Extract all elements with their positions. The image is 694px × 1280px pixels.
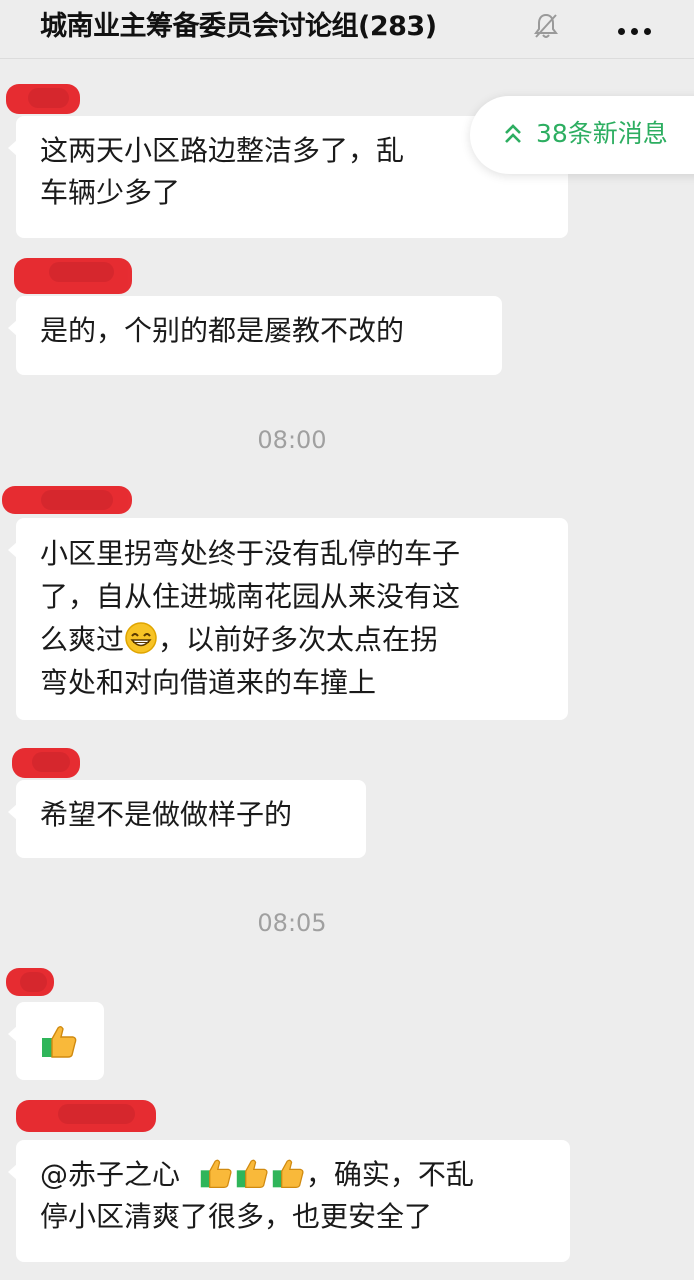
chat-title[interactable]: 城南业主筹备委员会讨论组(283) (40, 10, 437, 44)
message-text-line: @赤子之心 ，确实，不乱 (40, 1154, 546, 1196)
sender-redacted (16, 1100, 156, 1132)
message-bubble[interactable]: @赤子之心 ，确实，不乱 停小区清爽了很多，也更安全了 (8, 1140, 570, 1262)
sender-redacted (6, 84, 80, 114)
grinning-face-icon (125, 622, 157, 654)
thumbs-up-icon (272, 1159, 304, 1188)
new-messages-label: 38条新消息 (536, 119, 668, 148)
mention[interactable]: @赤子之心 (40, 1158, 180, 1191)
message-text: 希望不是做做样子的 (40, 798, 293, 831)
bell-muted-icon[interactable] (533, 12, 559, 40)
sender-redacted (6, 968, 54, 996)
message-text: ，确实，不乱 (305, 1158, 474, 1191)
message-bubble[interactable] (8, 1002, 104, 1080)
sender-redacted (2, 486, 132, 514)
message-bubble[interactable]: 小区里拐弯处终于没有乱停的车子 了，自从住进城南花园从来没有这 么爽过 ，以前好多… (8, 518, 568, 720)
sender-redacted (12, 748, 80, 778)
message-text-line: 么爽过 ，以前好多次太点在拐 (40, 618, 544, 661)
message-text: 小区里拐弯处终于没有乱停的车子 (40, 537, 461, 570)
timestamp: 08:00 (257, 426, 327, 454)
message-bubble[interactable]: 希望不是做做样子的 (8, 780, 366, 858)
chat-header: 城南业主筹备委员会讨论组(283) (0, 0, 694, 59)
thumbs-up-icon (236, 1159, 268, 1188)
message-text: 么爽过 (40, 623, 125, 656)
double-chevron-up-icon (505, 124, 521, 143)
message-text: 是的，个别的都是屡教不改的 (40, 314, 405, 347)
timestamp: 08:05 (257, 909, 327, 937)
message-text: 这两天小区路边整洁多了，乱 (40, 134, 405, 167)
thumbs-up-icon (200, 1159, 232, 1188)
more-dots-icon[interactable] (618, 20, 658, 35)
thumbs-up-icon (42, 1026, 77, 1058)
new-messages-button[interactable]: 38条新消息 (470, 96, 694, 174)
message-text: 了，自从住进城南花园从来没有这 (40, 580, 461, 613)
message-bubble[interactable]: 是的，个别的都是屡教不改的 (8, 296, 502, 375)
message-text: 弯处和对向借道来的车撞上 (40, 666, 377, 699)
message-text: 车辆少多了 (40, 176, 181, 209)
message-text: ，以前好多次太点在拐 (158, 623, 439, 656)
message-text: 停小区清爽了很多，也更安全了 (40, 1200, 433, 1233)
sender-redacted (14, 258, 132, 294)
